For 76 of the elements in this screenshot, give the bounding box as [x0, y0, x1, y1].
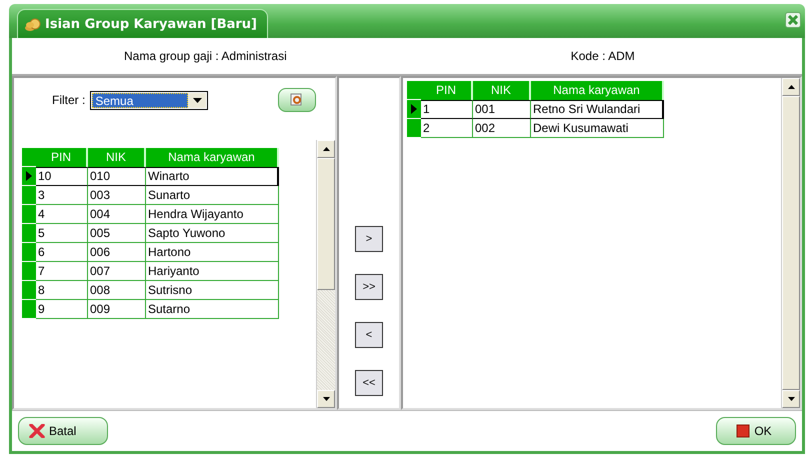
table-cell: Hendra Wijayanto	[146, 205, 279, 224]
filter-dropdown[interactable]: Semua	[90, 90, 208, 110]
table-row[interactable]: 1 001 Retno Sri Wulandari	[407, 100, 781, 119]
table-cell: 3	[36, 186, 88, 205]
table-cell: 6	[36, 243, 88, 262]
square-icon	[736, 424, 750, 438]
table-cell: Winarto	[146, 167, 279, 186]
table-cell: 006	[88, 243, 146, 262]
table-cell: Retno Sri Wulandari	[531, 100, 664, 119]
table-cell: Dewi Kusumawati	[531, 119, 664, 138]
table-cell: 009	[88, 300, 146, 319]
cross-icon	[29, 424, 45, 438]
table-cell: 008	[88, 281, 146, 300]
close-button[interactable]	[785, 12, 801, 28]
table-row[interactable]: 3 003 Sunarto	[22, 186, 316, 205]
table-cell: 8	[36, 281, 88, 300]
table-cell: Hartono	[146, 243, 279, 262]
move-button[interactable]: >>	[355, 274, 383, 300]
search-icon	[290, 93, 304, 107]
table-cell: 7	[36, 262, 88, 281]
table-cell: Sunarto	[146, 186, 279, 205]
table-cell: 1	[421, 100, 473, 119]
down-arrow-icon	[788, 397, 794, 401]
code-label: Kode : ADM	[570, 49, 635, 63]
table-cell: 9	[36, 300, 88, 319]
table-cell: 003	[88, 186, 146, 205]
header-corner	[407, 81, 421, 100]
table-cell: 004	[88, 205, 146, 224]
search-button[interactable]	[278, 88, 316, 112]
row-pointer-icon	[411, 104, 417, 114]
table-cell: Sutarno	[146, 300, 279, 319]
scroll-up-button[interactable]	[782, 78, 800, 96]
scroll-down-button[interactable]	[782, 390, 800, 408]
table-cell: 10	[36, 167, 88, 186]
table-cell: 010	[88, 167, 146, 186]
coins-icon	[24, 16, 42, 32]
table-row[interactable]: 6 006 Hartono	[22, 243, 316, 262]
header-corner	[22, 148, 36, 167]
table-cell: 5	[36, 224, 88, 243]
table-cell: 005	[88, 224, 146, 243]
row-indicator[interactable]	[407, 100, 421, 119]
table-row[interactable]: 10 010 Winarto	[22, 167, 316, 186]
scroll-thumb[interactable]	[782, 96, 800, 390]
table-cell: Sapto Yuwono	[146, 224, 279, 243]
move-button[interactable]: <<	[355, 370, 383, 396]
table-row[interactable]: 5 005 Sapto Yuwono	[22, 224, 316, 243]
move-button[interactable]: <	[355, 322, 383, 348]
ok-button[interactable]: OK	[716, 417, 796, 445]
row-indicator[interactable]	[22, 167, 36, 186]
table-row[interactable]: 4 004 Hendra Wijayanto	[22, 205, 316, 224]
row-pointer-icon	[26, 171, 32, 181]
table-cell: Hariyanto	[146, 262, 279, 281]
window-title: Isian Group Karyawan [Baru]	[45, 16, 257, 32]
table-cell: 007	[88, 262, 146, 281]
scrollbar[interactable]	[316, 140, 335, 408]
filter-label: Filter :	[52, 93, 86, 107]
table-cell: 2	[421, 119, 473, 138]
down-arrow-icon	[322, 397, 330, 401]
table-row[interactable]: 9 009 Sutarno	[22, 300, 316, 319]
cancel-button[interactable]: Batal	[18, 417, 108, 445]
scroll-up-button[interactable]	[317, 140, 335, 158]
table-cell: 001	[473, 100, 531, 119]
table-cell: 002	[473, 119, 531, 138]
scroll-down-button[interactable]	[317, 390, 335, 408]
move-button[interactable]: >	[355, 226, 383, 252]
up-arrow-icon	[322, 147, 330, 151]
scrollbar[interactable]	[781, 78, 800, 408]
caret-icon	[192, 98, 202, 102]
scroll-thumb[interactable]	[317, 158, 335, 290]
table-cell: Sutrisno	[146, 281, 279, 300]
up-arrow-icon	[788, 85, 794, 89]
table-row[interactable]: 8 008 Sutrisno	[22, 281, 316, 300]
table-cell: 4	[36, 205, 88, 224]
group-name-label: Nama group gaji : Administrasi	[124, 49, 287, 63]
table-row[interactable]: 2 002 Dewi Kusumawati	[407, 119, 781, 138]
table-row[interactable]: 7 007 Hariyanto	[22, 262, 316, 281]
